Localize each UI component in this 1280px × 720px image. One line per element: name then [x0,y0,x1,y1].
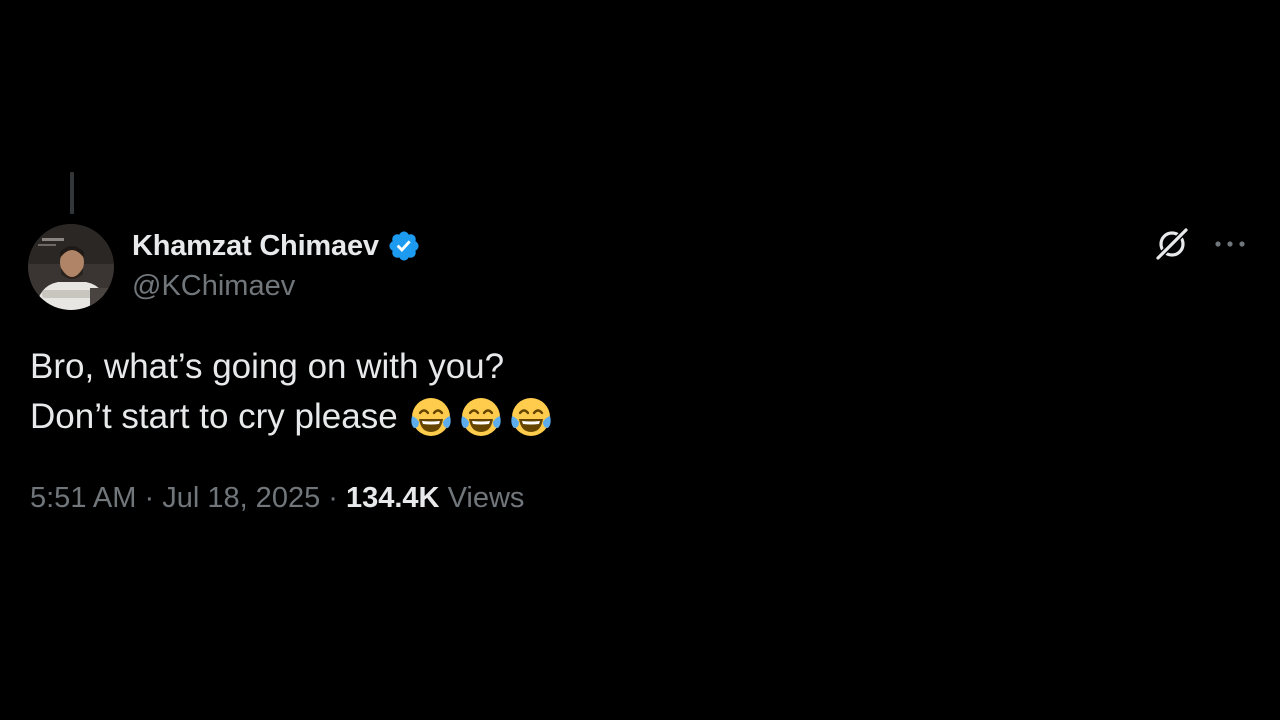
tweet-text-line-2-row: Don’t start to cry please [30,392,1230,442]
author-name-row: Khamzat Chimaev [132,226,421,266]
tweet-text-line-2: Don’t start to cry please [30,397,398,436]
views-label: Views [447,482,525,514]
emoji-group [408,394,554,440]
tweet-meta: 5:51 AM · Jul 18, 2025 · 134.4K Views [30,482,524,515]
views-count: 134.4K [345,482,440,514]
meta-separator: · [328,482,346,514]
avatar-photo [28,224,114,310]
tweet-text-line-1: Bro, what’s going on with you? [30,347,505,386]
tweet-body: Bro, what’s going on with you? Don’t sta… [30,342,1230,442]
face-with-tears-of-joy-icon [410,398,451,436]
tweet-time[interactable]: 5:51 AM [30,482,136,514]
tweet-screen: Khamzat Chimaev @KChimaev Bro, what’s go… [0,0,1280,720]
grok-icon[interactable] [1152,224,1192,264]
meta-separator: · [144,482,163,514]
more-options-icon[interactable] [1212,232,1248,256]
author-display-name[interactable]: Khamzat Chimaev [132,230,379,263]
face-with-tears-of-joy-icon [460,398,501,436]
face-with-tears-of-joy-icon [510,398,551,436]
tweet-date[interactable]: Jul 18, 2025 [162,482,320,514]
author-handle[interactable]: @KChimaev [132,270,295,303]
avatar[interactable] [28,224,114,310]
thread-connector-line [70,172,74,214]
verified-badge-icon [389,231,419,261]
